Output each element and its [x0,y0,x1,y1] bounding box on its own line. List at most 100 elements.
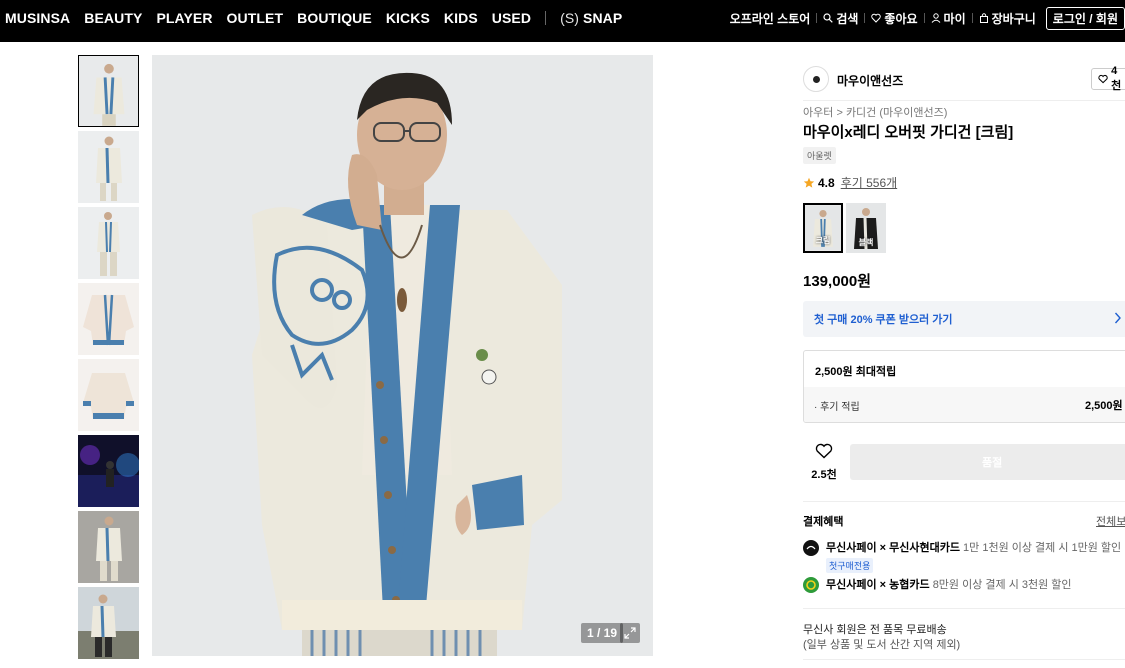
nav-outlet[interactable]: OUTLET [227,10,284,26]
search-label: 검색 [836,11,859,26]
thumbnail-5[interactable] [78,359,139,431]
payment-benefit-item[interactable]: 무신사페이 × 무신사현대카드 1만 1천원 이상 결제 시 1만원 할인 첫구… [803,539,1121,573]
review-count-link[interactable]: 후기 556개 [841,174,897,191]
user-icon [931,13,940,23]
breadcrumb-separator: > [836,107,843,119]
divider [803,501,1125,502]
product-title: 마우이x레디 오버핏 가디건 [크림] [803,124,1014,141]
card-icon-mark [806,545,816,550]
points-row-label: · 후기 적립 [814,401,860,413]
cardigan-photo [152,55,653,656]
snap-prefix: (S) [560,10,580,26]
breadcrumb: 아우터 > 카디건 (마우이앤선즈) [803,104,947,120]
login-button[interactable]: 로그인 / 회원 [1045,6,1125,30]
search-icon [823,13,834,23]
payment-benefit-title: 무신사페이 × 농협카드 [826,579,930,591]
my-label: 마이 [943,11,966,26]
first-purchase-badge: 첫구매전용 [826,558,874,573]
nav-kicks[interactable]: KICKS [386,10,430,26]
offline-store-label: 오프라인 스토어 [729,11,811,26]
thumbnail-1[interactable] [78,55,139,127]
points-row: · 후기 적립 2,500원 [804,387,1125,422]
color-option-cream[interactable]: 크림 [803,203,843,253]
expand-button[interactable] [620,623,640,643]
breadcrumb-item[interactable]: 아우터 [803,107,833,119]
nav-player[interactable]: PLAYER [156,10,212,26]
rating-value: 4.8 [818,175,835,190]
payment-benefit-text: 무신사페이 × 농협카드 8만원 이상 결제 시 3천원 할인 [826,576,1072,593]
payment-benefits-view-all[interactable]: 전체보 [1096,513,1125,529]
swatch-label: 블랙 [858,238,874,247]
main-product-image[interactable] [152,55,653,656]
nav-beauty[interactable]: BEAUTY [84,10,142,26]
chevron-right-icon [1114,312,1121,324]
brand-menu: MUSINSA BEAUTY PLAYER OUTLET BOUTIQUE KI… [5,0,622,36]
outlet-tag: 아울렛 [803,147,836,164]
cart-label: 장바구니 [991,11,1036,26]
swatch-label: 크림 [815,236,831,245]
thumbnail-2[interactable] [78,131,139,203]
color-option-black[interactable]: 블랙 [846,203,886,253]
thumbnail-4[interactable] [78,283,139,355]
payment-benefit-desc: 8만원 이상 결제 시 3천원 할인 [932,579,1072,591]
product-info-panel: 마우이앤선즈 4천 아우터 > 카디건 (마우이앤선즈) 마우이x레디 오버핏 … [803,55,1125,660]
payment-benefit-text: 무신사페이 × 무신사현대카드 1만 1천원 이상 결제 시 1만원 할인 첫구… [826,539,1121,573]
brand-row: 마우이앤선즈 4천 [803,55,1125,101]
shipping-info: 무신사 회원은 전 품목 무료배송 [803,624,947,636]
color-options: 크림 블랙 [803,203,886,253]
expand-icon [624,627,636,639]
rating-row: 4.8 후기 556개 [803,174,897,191]
brand-logo[interactable] [803,66,829,92]
brand-name[interactable]: 마우이앤선즈 [837,72,903,89]
card-icon [803,577,819,593]
card-icon [803,540,819,556]
like-label: 좋아요 [884,11,918,26]
star-icon [803,177,815,188]
shipping-note: (일부 상품 및 도서 산간 지역 제외) [803,639,961,651]
product-like-count: 2.5천 [811,469,837,481]
card-icon-mark [806,580,816,590]
brand-logo-mark [812,75,820,83]
thumbnail-6[interactable] [78,435,139,507]
payment-benefit-title: 무신사페이 × 무신사현대카드 [826,542,960,554]
image-counter: 1 / 19 [581,623,624,643]
heart-icon [815,443,833,459]
utility-menu: 오프라인 스토어 검색 좋아요 마이 장바구니 로그인 / 회원 [724,0,1125,36]
points-box: 2,500원 최대적립 · 후기 적립 2,500원 [803,350,1125,423]
nav-used[interactable]: USED [492,10,531,26]
top-navigation: MUSINSA BEAUTY PLAYER OUTLET BOUTIQUE KI… [0,0,1125,42]
like-button[interactable]: 좋아요 [865,10,923,27]
coupon-text: 첫 구매 20% 쿠폰 받으러 가기 [814,314,953,326]
my-button[interactable]: 마이 [925,10,972,27]
payment-benefit-desc: 1만 1천원 이상 결제 시 1만원 할인 [963,542,1122,554]
coupon-banner[interactable]: 첫 구매 20% 쿠폰 받으러 가기 [803,301,1125,337]
sold-out-button[interactable]: 품절 [850,444,1125,480]
divider [803,608,1125,609]
nav-boutique[interactable]: BOUTIQUE [297,10,372,26]
heart-icon [1098,74,1108,84]
thumbnail-8[interactable] [78,587,139,659]
snap-label: SNAP [583,10,623,26]
thumbnail-3[interactable] [78,207,139,279]
product-price: 139,000원 [803,273,872,290]
brand-like-count: 4천 [1111,65,1122,92]
shopping-bag-icon [979,13,988,23]
nav-musinsa[interactable]: MUSINSA [5,10,70,26]
nav-divider [545,11,547,25]
thumbnail-7[interactable] [78,511,139,583]
nav-kids[interactable]: KIDS [444,10,478,26]
heart-icon [871,13,882,23]
brand-like-button[interactable]: 4천 [1091,65,1125,92]
product-like-button[interactable]: 2.5천 [809,443,839,482]
offline-store-link[interactable]: 오프라인 스토어 [724,10,817,27]
nav-snap[interactable]: (S) SNAP [560,10,622,26]
breadcrumb-item[interactable]: 카디건 (마우이앤선즈) [846,107,947,119]
thumbnail-list [78,55,139,663]
payment-benefit-item[interactable]: 무신사페이 × 농협카드 8만원 이상 결제 시 3천원 할인 [803,576,1072,593]
cart-button[interactable]: 장바구니 [973,10,1042,27]
points-title: 2,500원 최대적립 [815,366,897,378]
divider [803,659,1125,660]
payment-benefits-heading: 결제혜택 [803,516,844,528]
points-row-value: 2,500원 [1085,400,1123,412]
search-button[interactable]: 검색 [817,10,864,27]
